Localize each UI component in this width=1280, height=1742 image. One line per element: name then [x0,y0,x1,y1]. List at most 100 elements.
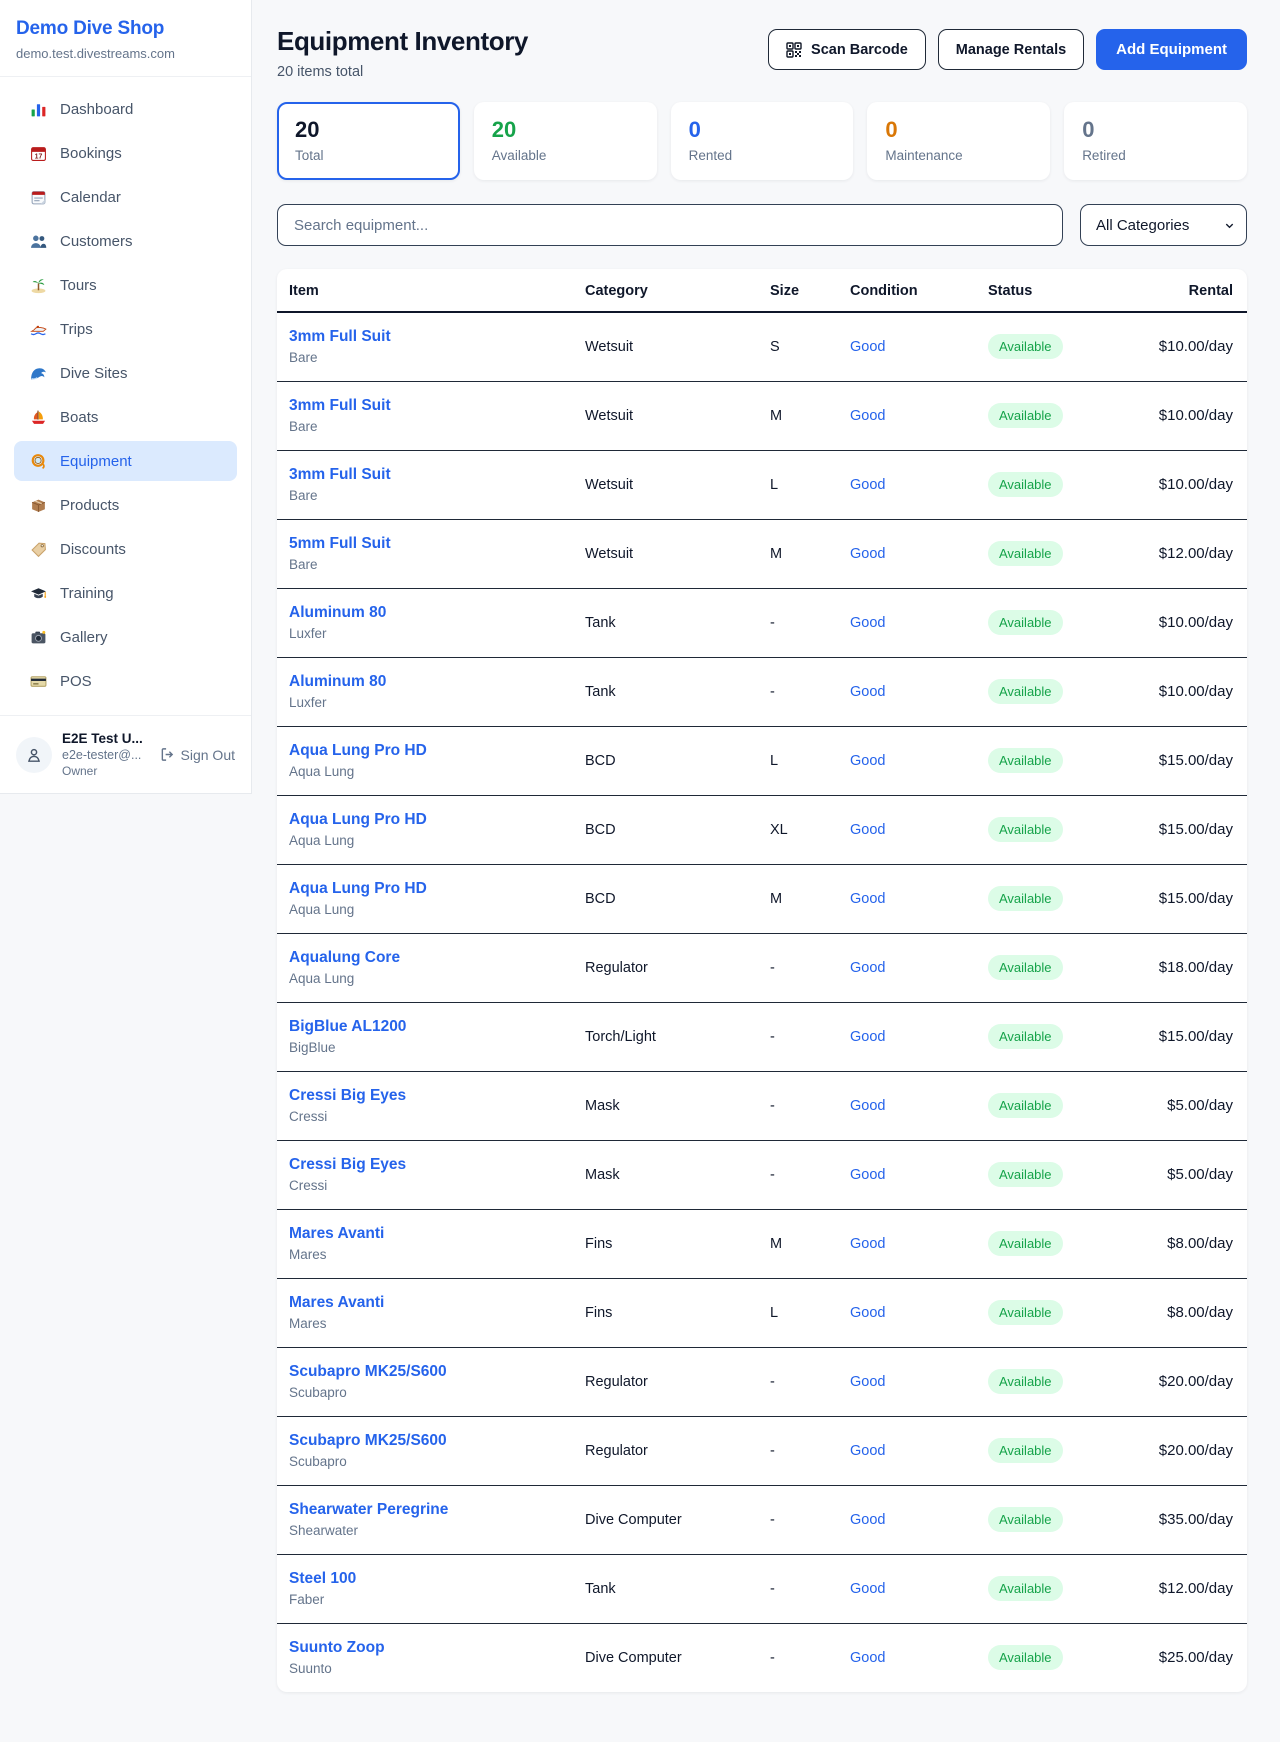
item-size: - [762,1485,842,1554]
item-brand: Aqua Lung [289,833,569,848]
item-condition-link[interactable]: Good [850,1581,885,1597]
sidebar-item-boats[interactable]: Boats [14,397,237,437]
item-name-link[interactable]: Aqua Lung Pro HD [289,811,569,829]
item-rental-rate: $15.00/day [1159,752,1233,769]
item-name-link[interactable]: Aqua Lung Pro HD [289,880,569,898]
search-input[interactable] [277,204,1063,246]
item-name-link[interactable]: 3mm Full Suit [289,466,569,484]
item-condition-link[interactable]: Good [850,615,885,631]
training-icon [30,585,47,602]
item-name-link[interactable]: Cressi Big Eyes [289,1087,569,1105]
item-brand: Bare [289,350,569,365]
stat-card-available[interactable]: 20 Available [474,102,657,180]
sidebar-item-label: Dive Sites [60,365,128,382]
item-condition-link[interactable]: Good [850,1650,885,1666]
item-condition-link[interactable]: Good [850,1512,885,1528]
item-size: - [762,1554,842,1623]
stat-label: Rented [689,148,836,163]
item-name-link[interactable]: 5mm Full Suit [289,535,569,553]
sidebar-item-tours[interactable]: Tours [14,265,237,305]
stat-value: 20 [295,117,442,143]
sidebar-item-trips[interactable]: Trips [14,309,237,349]
item-condition-link[interactable]: Good [850,1374,885,1390]
item-name-link[interactable]: Aqualung Core [289,949,569,967]
table-row: 3mm Full Suit Bare Wetsuit M Good Availa… [277,381,1247,450]
sidebar-item-equipment[interactable]: Equipment [14,441,237,481]
manage-rentals-button[interactable]: Manage Rentals [938,29,1084,70]
item-size: - [762,588,842,657]
sidebar-item-label: Bookings [60,145,122,162]
item-rental-rate: $15.00/day [1159,1028,1233,1045]
sidebar-item-customers[interactable]: Customers [14,221,237,261]
item-condition-link[interactable]: Good [850,339,885,355]
category-select[interactable]: All Categories [1080,204,1247,246]
stat-label: Available [492,148,639,163]
sign-out-icon [160,747,175,762]
table-row: Cressi Big Eyes Cressi Mask - Good Avail… [277,1071,1247,1140]
item-condition-link[interactable]: Good [850,477,885,493]
item-condition-link[interactable]: Good [850,1236,885,1252]
item-name-link[interactable]: BigBlue AL1200 [289,1018,569,1036]
table-row: Aqua Lung Pro HD Aqua Lung BCD M Good Av… [277,864,1247,933]
item-name-link[interactable]: Shearwater Peregrine [289,1501,569,1519]
equipment-icon [30,453,47,470]
stat-card-retired[interactable]: 0 Retired [1064,102,1247,180]
item-name-link[interactable]: Mares Avanti [289,1294,569,1312]
item-name-link[interactable]: Scubapro MK25/S600 [289,1363,569,1381]
item-size: L [762,1278,842,1347]
header-actions: Scan Barcode Manage Rentals Add Equipmen… [768,29,1247,70]
sidebar-item-discounts[interactable]: Discounts [14,529,237,569]
sign-out-button[interactable]: Sign Out [160,747,235,763]
equipment-table-body: 3mm Full Suit Bare Wetsuit S Good Availa… [277,312,1247,1692]
sidebar-item-dive-sites[interactable]: Dive Sites [14,353,237,393]
sidebar-item-pos[interactable]: POS [14,661,237,701]
item-condition-link[interactable]: Good [850,960,885,976]
item-condition-link[interactable]: Good [850,1029,885,1045]
item-name-link[interactable]: Aluminum 80 [289,673,569,691]
sidebar-item-calendar[interactable]: Calendar [14,177,237,217]
user-role: Owner [62,764,150,778]
item-name-link[interactable]: 3mm Full Suit [289,397,569,415]
sidebar-item-bookings[interactable]: 17 Bookings [14,133,237,173]
status-badge: Available [988,610,1063,635]
item-name-link[interactable]: Mares Avanti [289,1225,569,1243]
item-condition-link[interactable]: Good [850,1443,885,1459]
item-name-link[interactable]: Scubapro MK25/S600 [289,1432,569,1450]
sidebar-item-training[interactable]: Training [14,573,237,613]
item-condition-link[interactable]: Good [850,546,885,562]
stat-card-maintenance[interactable]: 0 Maintenance [867,102,1050,180]
item-name-link[interactable]: 3mm Full Suit [289,328,569,346]
item-category: Torch/Light [577,1002,762,1071]
boats-icon [30,409,47,426]
item-condition-link[interactable]: Good [850,1167,885,1183]
sidebar-item-label: Trips [60,321,93,338]
item-size: - [762,1071,842,1140]
item-condition-link[interactable]: Good [850,822,885,838]
item-name-link[interactable]: Aqua Lung Pro HD [289,742,569,760]
column-header-condition: Condition [842,269,980,312]
scan-barcode-button[interactable]: Scan Barcode [768,29,926,70]
stat-card-rented[interactable]: 0 Rented [671,102,854,180]
items-total-count: 20 items total [277,64,528,80]
item-condition-link[interactable]: Good [850,753,885,769]
item-category: BCD [577,795,762,864]
item-name-link[interactable]: Steel 100 [289,1570,569,1588]
stat-card-total[interactable]: 20 Total [277,102,460,180]
item-condition-link[interactable]: Good [850,408,885,424]
item-condition-link[interactable]: Good [850,1305,885,1321]
item-condition-link[interactable]: Good [850,1098,885,1114]
add-equipment-button[interactable]: Add Equipment [1096,29,1247,70]
item-name-link[interactable]: Suunto Zoop [289,1639,569,1657]
item-size: M [762,381,842,450]
sidebar-item-gallery[interactable]: Gallery [14,617,237,657]
item-name-link[interactable]: Cressi Big Eyes [289,1156,569,1174]
status-badge: Available [988,955,1063,980]
brand-name[interactable]: Demo Dive Shop [16,18,235,40]
item-condition-link[interactable]: Good [850,891,885,907]
sidebar-item-dashboard[interactable]: Dashboard [14,89,237,129]
table-row: Aluminum 80 Luxfer Tank - Good Available… [277,588,1247,657]
item-brand: Scubapro [289,1454,569,1469]
item-name-link[interactable]: Aluminum 80 [289,604,569,622]
item-condition-link[interactable]: Good [850,684,885,700]
sidebar-item-products[interactable]: Products [14,485,237,525]
